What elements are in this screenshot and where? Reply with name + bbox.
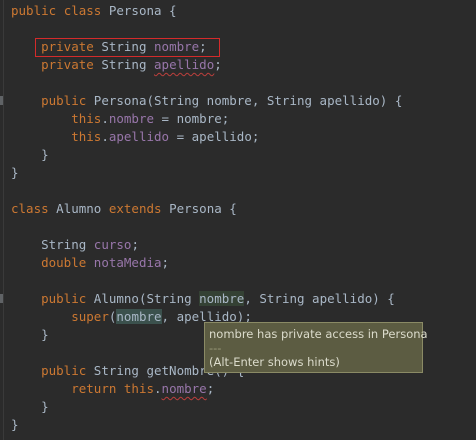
code-token: }: [11, 165, 19, 180]
code-line[interactable]: }: [11, 164, 402, 182]
code-line[interactable]: private String apellido;: [11, 56, 402, 74]
code-token: public: [41, 93, 87, 108]
code-line[interactable]: }: [11, 146, 402, 164]
tooltip-separator: ---: [209, 341, 222, 355]
tooltip-message: nombre has private access in Persona: [209, 327, 428, 341]
code-line[interactable]: }: [11, 398, 402, 416]
code-token: Persona(String nombre, String apellido) …: [86, 93, 403, 108]
code-token: Alumno(String: [86, 291, 200, 306]
code-token: curso: [93, 237, 132, 252]
code-token: = nombre;: [154, 111, 230, 126]
code-token: }: [11, 399, 49, 414]
code-token: class: [63, 3, 102, 18]
code-token: super: [71, 309, 109, 324]
code-token: Alumno: [48, 201, 109, 216]
tooltip-hint: (Alt-Enter shows hints): [209, 355, 340, 369]
fold-marker[interactable]: [0, 96, 3, 105]
code-token: public: [11, 3, 57, 18]
code-line[interactable]: class Alumno extends Persona {: [11, 200, 402, 218]
code-token: this: [71, 129, 102, 144]
code-token: ;: [214, 57, 222, 72]
code-token: }: [11, 327, 49, 342]
code-line[interactable]: public Alumno(String nombre, String apel…: [11, 290, 402, 308]
code-token: = apellido;: [169, 129, 260, 144]
code-token: this: [123, 381, 155, 396]
code-line[interactable]: [11, 74, 402, 92]
code-line[interactable]: [11, 218, 402, 236]
code-token: return: [71, 381, 117, 396]
code-token: .: [101, 129, 109, 144]
code-token: ;: [161, 255, 170, 270]
code-token: extends: [108, 201, 162, 216]
code-token: this: [71, 111, 102, 126]
code-token: class: [11, 201, 49, 216]
code-token: , String apellido) {: [244, 291, 395, 306]
editor-gutter: [3, 0, 4, 440]
code-token: nombre: [116, 309, 162, 324]
code-token: apellido: [154, 57, 215, 72]
code-token: ;: [131, 237, 139, 252]
code-token: String: [93, 57, 155, 72]
code-token: .: [101, 111, 109, 126]
code-token: String: [11, 237, 94, 252]
code-token: double: [41, 255, 87, 270]
highlight-box: [35, 38, 220, 57]
error-tooltip: nombre has private access in Persona ---…: [204, 322, 428, 373]
code-token: notaMedia: [93, 255, 162, 270]
code-token: apellido: [108, 129, 170, 144]
code-token: }: [11, 147, 49, 162]
code-token: nombre: [199, 291, 245, 306]
code-token: private: [41, 57, 94, 72]
code-token: ;: [206, 381, 215, 396]
code-line[interactable]: public class Persona {: [11, 2, 402, 20]
code-line[interactable]: [11, 272, 402, 290]
code-line[interactable]: this.nombre = nombre;: [11, 110, 402, 128]
code-token: .: [154, 381, 162, 396]
code-token: nombre: [108, 111, 155, 126]
code-line[interactable]: this.apellido = apellido;: [11, 128, 402, 146]
code-line[interactable]: public Persona(String nombre, String ape…: [11, 92, 402, 110]
code-token: Persona {: [101, 3, 177, 18]
code-token: public: [41, 363, 87, 378]
code-line[interactable]: [11, 20, 402, 38]
code-token: Persona {: [161, 201, 237, 216]
code-token: }: [11, 417, 19, 432]
code-line[interactable]: return this.nombre;: [11, 380, 402, 398]
code-token: nombre: [161, 381, 207, 396]
code-token: public: [41, 291, 87, 306]
fold-marker[interactable]: [0, 294, 3, 303]
code-line[interactable]: }: [11, 416, 402, 434]
code-line[interactable]: double notaMedia;: [11, 254, 402, 272]
code-line[interactable]: String curso;: [11, 236, 402, 254]
code-line[interactable]: [11, 182, 402, 200]
